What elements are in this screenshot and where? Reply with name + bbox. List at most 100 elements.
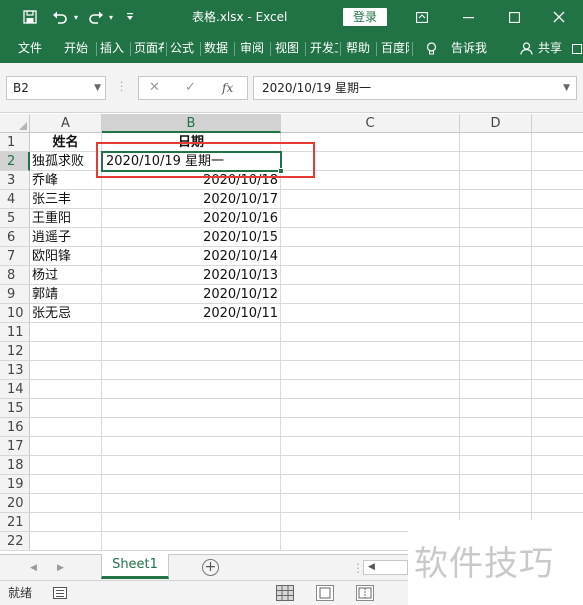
cell-c[interactable]: [281, 209, 460, 228]
cell-b[interactable]: 2020/10/13: [102, 266, 281, 285]
active-cell[interactable]: 2020/10/19 星期一: [102, 152, 281, 171]
share-button[interactable]: 共享: [538, 34, 566, 63]
cell-e[interactable]: [532, 209, 583, 228]
checkmark-icon[interactable]: ✓: [185, 77, 196, 99]
row-header[interactable]: 13: [0, 361, 30, 380]
cell-a[interactable]: 张三丰: [30, 190, 102, 209]
cell-a[interactable]: 姓名: [30, 133, 102, 152]
column-header-e[interactable]: [532, 114, 583, 133]
undo-icon[interactable]: [50, 0, 70, 34]
row-header[interactable]: 11: [0, 323, 30, 342]
cell-c[interactable]: [281, 304, 460, 323]
tab-help[interactable]: 帮助: [346, 34, 372, 63]
cell-b[interactable]: [102, 380, 281, 399]
row-header[interactable]: 18: [0, 456, 30, 475]
tab-formulas[interactable]: 公式: [170, 34, 196, 63]
cell-b[interactable]: 2020/10/12: [102, 285, 281, 304]
cell-d[interactable]: [460, 209, 532, 228]
row-header[interactable]: 22: [0, 532, 30, 551]
macro-record-icon[interactable]: [53, 587, 67, 599]
row-header[interactable]: 2: [0, 152, 30, 171]
row-header[interactable]: 4: [0, 190, 30, 209]
row-header[interactable]: 17: [0, 437, 30, 456]
row-header[interactable]: 14: [0, 380, 30, 399]
cell-b[interactable]: [102, 532, 281, 551]
redo-dropdown-icon[interactable]: ▾: [106, 0, 116, 34]
cell-a[interactable]: 张无忌: [30, 304, 102, 323]
cell-c[interactable]: [281, 399, 460, 418]
cell-c[interactable]: [281, 285, 460, 304]
cell-e[interactable]: [532, 494, 583, 513]
redo-icon[interactable]: [86, 0, 106, 34]
cell-b[interactable]: [102, 399, 281, 418]
fill-handle[interactable]: [278, 168, 284, 174]
tab-page-layout[interactable]: 页面布局: [134, 34, 164, 63]
column-header-a[interactable]: A: [30, 114, 102, 133]
cell-b[interactable]: 2020/10/17: [102, 190, 281, 209]
save-icon[interactable]: [20, 0, 40, 34]
tab-file[interactable]: 文件: [18, 34, 44, 63]
cell-a[interactable]: [30, 475, 102, 494]
cell-e[interactable]: [532, 133, 583, 152]
row-header[interactable]: 15: [0, 399, 30, 418]
cell-c[interactable]: [281, 437, 460, 456]
cell-a[interactable]: 乔峰: [30, 171, 102, 190]
cell-d[interactable]: [460, 133, 532, 152]
cell-e[interactable]: [532, 304, 583, 323]
cell-e[interactable]: [532, 171, 583, 190]
cell-c[interactable]: [281, 228, 460, 247]
cell-b[interactable]: 2020/10/11: [102, 304, 281, 323]
cell-b[interactable]: 2020/10/18: [102, 171, 281, 190]
ribbon-display-icon[interactable]: [412, 0, 432, 34]
formula-input[interactable]: 2020/10/19 星期一 ▼: [253, 76, 577, 100]
cell-d[interactable]: [460, 285, 532, 304]
row-header[interactable]: 12: [0, 342, 30, 361]
row-header[interactable]: 9: [0, 285, 30, 304]
cell-c[interactable]: [281, 475, 460, 494]
cell-d[interactable]: [460, 399, 532, 418]
row-header[interactable]: 8: [0, 266, 30, 285]
normal-view-icon[interactable]: [276, 585, 294, 601]
cell-d[interactable]: [460, 171, 532, 190]
cell-d[interactable]: [460, 475, 532, 494]
tab-insert[interactable]: 插入: [100, 34, 126, 63]
cell-a[interactable]: [30, 437, 102, 456]
row-header[interactable]: 1: [0, 133, 30, 152]
cell-d[interactable]: [460, 190, 532, 209]
row-header[interactable]: 20: [0, 494, 30, 513]
cell-b[interactable]: [102, 513, 281, 532]
cell-c[interactable]: [281, 323, 460, 342]
cell-b[interactable]: [102, 418, 281, 437]
cell-a[interactable]: [30, 399, 102, 418]
cell-a[interactable]: 王重阳: [30, 209, 102, 228]
tab-home[interactable]: 开始: [64, 34, 90, 63]
cell-b[interactable]: [102, 456, 281, 475]
cell-a[interactable]: [30, 323, 102, 342]
cell-a[interactable]: [30, 418, 102, 437]
tell-me-search[interactable]: 告诉我: [451, 34, 491, 63]
login-button[interactable]: 登录: [343, 8, 387, 26]
cell-d[interactable]: [460, 228, 532, 247]
cell-e[interactable]: [532, 361, 583, 380]
cell-a[interactable]: 独孤求败: [30, 152, 102, 171]
cell-d[interactable]: [460, 304, 532, 323]
sheet-tab-sheet1[interactable]: Sheet1: [101, 554, 169, 579]
scroll-left-icon[interactable]: ◀: [368, 561, 375, 574]
cell-a[interactable]: [30, 456, 102, 475]
cell-d[interactable]: [460, 437, 532, 456]
cell-d[interactable]: [460, 418, 532, 437]
tab-developer[interactable]: 开发工具: [310, 34, 338, 63]
collapse-ribbon-icon[interactable]: [570, 34, 583, 63]
cell-c[interactable]: [281, 266, 460, 285]
cell-c[interactable]: [281, 361, 460, 380]
cell-c[interactable]: [281, 418, 460, 437]
row-header[interactable]: 21: [0, 513, 30, 532]
column-header-c[interactable]: C: [281, 114, 460, 133]
name-box[interactable]: B2 ▼: [6, 76, 106, 100]
cell-b[interactable]: 2020/10/16: [102, 209, 281, 228]
cell-c[interactable]: [281, 152, 460, 171]
cell-d[interactable]: [460, 380, 532, 399]
cell-e[interactable]: [532, 247, 583, 266]
cell-a[interactable]: 欧阳锋: [30, 247, 102, 266]
cell-e[interactable]: [532, 418, 583, 437]
